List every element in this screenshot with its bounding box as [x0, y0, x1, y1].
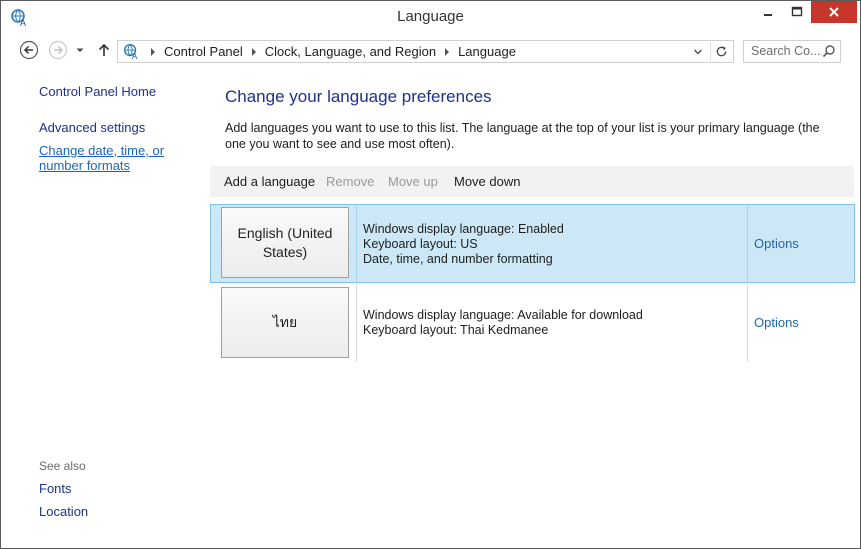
- maximize-icon: [791, 6, 803, 17]
- language-status-line: Windows display language: Enabled: [363, 222, 564, 236]
- language-window: A Language A Control Panel Clock, Langua…: [0, 0, 861, 549]
- navigation-bar: A Control Panel Clock, Language, and Reg…: [1, 37, 860, 65]
- remove-button[interactable]: Remove: [326, 174, 374, 189]
- language-tile[interactable]: English (United States): [221, 207, 349, 278]
- refresh-icon: [716, 46, 726, 57]
- address-dropdown-button[interactable]: [689, 42, 707, 61]
- maximize-button[interactable]: [783, 1, 811, 23]
- control-panel-icon: A: [123, 43, 138, 60]
- location-link[interactable]: Location: [39, 504, 88, 519]
- language-status-line: Windows display language: Available for …: [363, 308, 643, 322]
- close-button[interactable]: [811, 1, 857, 23]
- move-up-button[interactable]: Move up: [388, 174, 438, 189]
- page-title: Change your language preferences: [225, 87, 492, 106]
- forward-arrow-icon: [48, 40, 68, 60]
- chevron-down-icon: [76, 48, 84, 52]
- forward-button[interactable]: [47, 39, 69, 61]
- breadcrumb-separator-icon[interactable]: [251, 47, 256, 56]
- search-input[interactable]: Search Co...: [751, 44, 820, 58]
- breadcrumb-clock-language-region[interactable]: Clock, Language, and Region: [265, 44, 436, 59]
- refresh-button[interactable]: [710, 42, 731, 61]
- options-link-thai[interactable]: Options: [754, 315, 799, 330]
- column-divider: [747, 205, 748, 282]
- breadcrumb-separator-icon[interactable]: [445, 47, 450, 56]
- breadcrumb-separator-icon[interactable]: [151, 47, 155, 56]
- back-arrow-icon: [19, 40, 39, 60]
- language-toolbar: Add a language Remove Move up Move down: [210, 166, 854, 197]
- language-status-line: Keyboard layout: US: [363, 237, 478, 251]
- change-date-time-number-formats-link[interactable]: Change date, time, or number formats: [39, 143, 207, 173]
- language-row-english[interactable]: English (United States) Windows display …: [210, 204, 855, 283]
- control-panel-home-link[interactable]: Control Panel Home: [39, 84, 156, 99]
- address-bar[interactable]: A Control Panel Clock, Language, and Reg…: [117, 40, 734, 63]
- column-divider: [356, 285, 357, 362]
- column-divider: [356, 205, 357, 282]
- recent-locations-button[interactable]: [72, 39, 88, 61]
- language-row-thai[interactable]: ไทย Windows display language: Available …: [210, 284, 855, 363]
- advanced-settings-link[interactable]: Advanced settings: [39, 120, 145, 135]
- close-icon: [829, 7, 839, 17]
- minimize-button[interactable]: [753, 1, 783, 23]
- chevron-down-icon: [694, 49, 702, 54]
- breadcrumb-control-panel[interactable]: Control Panel: [164, 44, 243, 59]
- page-description: Add languages you want to use to this li…: [225, 121, 820, 151]
- language-tile[interactable]: ไทย: [221, 287, 349, 358]
- breadcrumb: Control Panel Clock, Language, and Regio…: [142, 41, 516, 62]
- fonts-link[interactable]: Fonts: [39, 481, 72, 496]
- back-button[interactable]: [18, 39, 40, 61]
- see-also-heading: See also: [39, 459, 86, 473]
- svg-text:A: A: [132, 52, 138, 60]
- add-language-button[interactable]: Add a language: [224, 174, 315, 189]
- minimize-icon: [764, 14, 772, 16]
- search-icon[interactable]: [822, 44, 836, 58]
- title-bar[interactable]: A Language: [1, 1, 860, 33]
- breadcrumb-language[interactable]: Language: [458, 44, 516, 59]
- language-status-line: Keyboard layout: Thai Kedmanee: [363, 323, 549, 337]
- up-arrow-icon: [98, 43, 110, 56]
- column-divider: [747, 285, 748, 362]
- window-title: Language: [397, 8, 464, 25]
- options-link-english[interactable]: Options: [754, 236, 799, 251]
- move-down-button[interactable]: Move down: [454, 174, 520, 189]
- language-status-line: Date, time, and number formatting: [363, 252, 553, 266]
- search-box[interactable]: Search Co...: [743, 40, 841, 63]
- up-button[interactable]: [94, 39, 114, 61]
